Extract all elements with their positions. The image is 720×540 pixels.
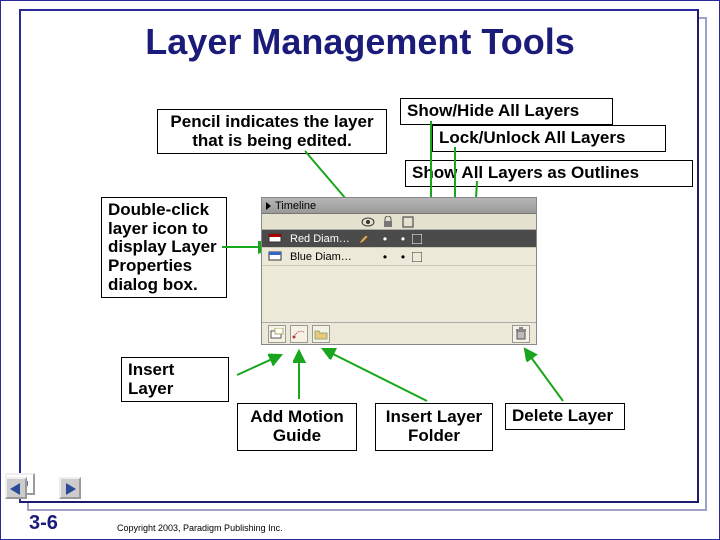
callout-lock-unlock-all: Lock/Unlock All Layers bbox=[432, 125, 666, 152]
pencil-icon bbox=[358, 233, 376, 245]
outline-swatch[interactable] bbox=[412, 252, 430, 262]
insert-layer-folder-button[interactable] bbox=[312, 325, 330, 343]
callout-insert-layer-folder: Insert Layer Folder bbox=[375, 403, 493, 451]
lock-dot[interactable]: • bbox=[394, 232, 412, 246]
layer-type-icon[interactable] bbox=[268, 232, 284, 246]
slide-number: 3-6 bbox=[29, 512, 58, 535]
layer-row[interactable]: Blue Diam… • • bbox=[262, 248, 536, 266]
copyright-text: Copyright 2003, Paradigm Publishing Inc. bbox=[117, 523, 283, 533]
callout-pencil-editing: Pencil indicates the layer that is being… bbox=[157, 109, 387, 154]
lock-dot[interactable]: • bbox=[394, 250, 412, 264]
lock-icon[interactable] bbox=[380, 215, 396, 229]
callout-delete-layer: Delete Layer bbox=[505, 403, 625, 430]
page-title: Layer Management Tools bbox=[1, 21, 719, 63]
callout-show-as-outlines: Show All Layers as Outlines bbox=[405, 160, 693, 187]
timeline-footer bbox=[262, 322, 536, 344]
outline-square-icon[interactable] bbox=[400, 215, 416, 229]
callout-show-hide-all: Show/Hide All Layers bbox=[400, 98, 613, 125]
timeline-column-header bbox=[262, 214, 536, 230]
layer-row[interactable]: Red Diam… • • bbox=[262, 230, 536, 248]
callout-double-click-layer-icon: Double-click layer icon to display Layer… bbox=[101, 197, 227, 298]
delete-layer-button[interactable] bbox=[512, 325, 530, 343]
callout-add-motion-guide: Add Motion Guide bbox=[237, 403, 357, 451]
slide: Layer Management Tools Pencil indicates … bbox=[0, 0, 720, 540]
layer-type-icon[interactable] bbox=[268, 250, 284, 264]
visibility-dot[interactable]: • bbox=[376, 250, 394, 264]
next-slide-button[interactable] bbox=[59, 477, 81, 499]
visibility-dot[interactable]: • bbox=[376, 232, 394, 246]
disclosure-triangle-icon[interactable] bbox=[266, 202, 271, 210]
insert-layer-button[interactable] bbox=[268, 325, 286, 343]
callout-insert-layer: Insert Layer bbox=[121, 357, 229, 402]
nav-cluster: OBJ bbox=[5, 473, 81, 503]
prev-slide-button[interactable] bbox=[5, 477, 27, 499]
timeline-panel: Timeline Red Diam… • • bbox=[261, 197, 537, 345]
layer-name[interactable]: Blue Diam… bbox=[290, 251, 358, 263]
add-motion-guide-button[interactable] bbox=[290, 325, 308, 343]
outline-swatch[interactable] bbox=[412, 234, 430, 244]
timeline-header-label: Timeline bbox=[275, 200, 316, 212]
timeline-header[interactable]: Timeline bbox=[262, 198, 536, 214]
eye-icon[interactable] bbox=[360, 215, 376, 229]
layer-name[interactable]: Red Diam… bbox=[290, 233, 358, 245]
slide-footer: 3-6 Copyright 2003, Paradigm Publishing … bbox=[1, 503, 719, 539]
timeline-layer-list: Red Diam… • • Blue Diam… • • bbox=[262, 230, 536, 302]
